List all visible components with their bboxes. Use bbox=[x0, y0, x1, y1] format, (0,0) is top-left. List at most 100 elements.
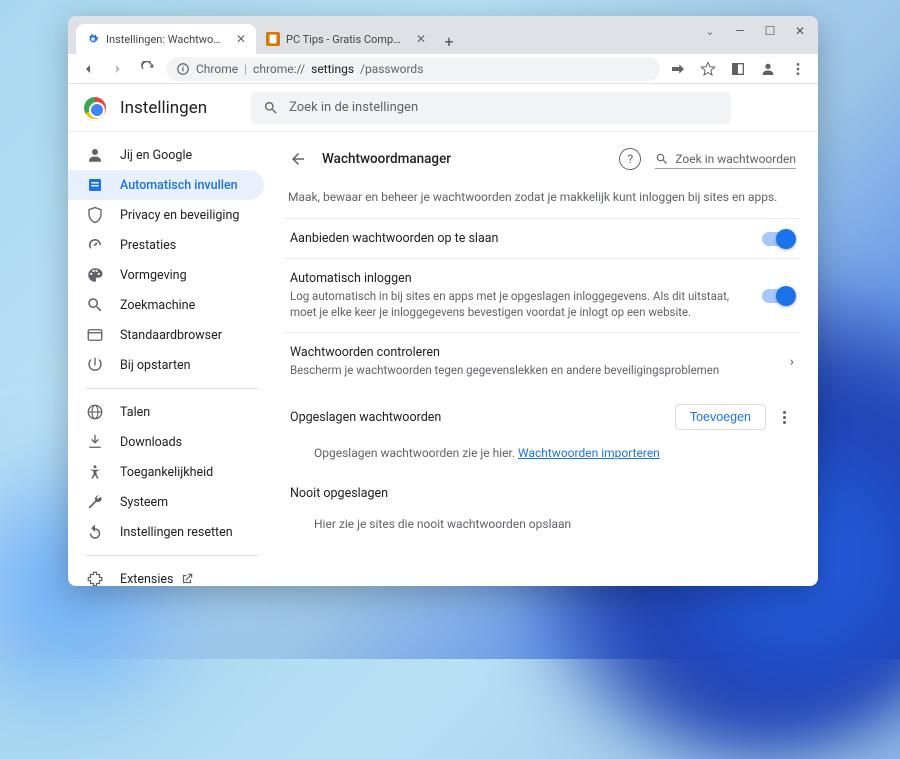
bookmark-icon[interactable] bbox=[696, 57, 720, 81]
new-tab-button[interactable]: + bbox=[436, 28, 462, 54]
sidebar-item-autofill[interactable]: Automatisch invullen bbox=[68, 170, 264, 200]
divider bbox=[86, 388, 258, 389]
site-info-icon[interactable] bbox=[176, 62, 190, 76]
import-passwords-link[interactable]: Wachtwoorden importeren bbox=[518, 446, 660, 460]
sidebar-item-accessibility[interactable]: Toegankelijkheid bbox=[68, 457, 264, 487]
settings-search[interactable]: Zoek in de instellingen bbox=[251, 92, 731, 124]
settings-header: Instellingen Zoek in de instellingen bbox=[68, 84, 818, 132]
password-search-placeholder: Zoek in wachtwoorden bbox=[675, 152, 796, 166]
chrome-window: Instellingen: Wachtwoordmanag ✕ PC Tips … bbox=[68, 16, 818, 586]
search-icon bbox=[86, 296, 104, 314]
power-icon bbox=[86, 356, 104, 374]
setting-auto-signin: Automatisch inloggen Log automatisch in … bbox=[284, 258, 800, 332]
sidebar-label: Systeem bbox=[120, 495, 168, 510]
sidebar-label: Instellingen resetten bbox=[120, 525, 233, 540]
close-window-button[interactable]: ✕ bbox=[786, 20, 814, 42]
never-saved-empty: Hier zie je sites die nooit wachtwoorden… bbox=[284, 505, 800, 543]
help-icon[interactable]: ? bbox=[619, 148, 641, 170]
more-options-button[interactable] bbox=[774, 411, 794, 424]
toggle-auto-signin[interactable] bbox=[762, 289, 794, 303]
sidebar-item-performance[interactable]: Prestaties bbox=[68, 230, 264, 260]
gear-icon bbox=[86, 32, 100, 46]
saved-passwords-title: Opgeslagen wachtwoorden bbox=[290, 410, 441, 425]
sidebar-item-extensions[interactable]: Extensies bbox=[68, 564, 264, 586]
maximize-button[interactable]: ☐ bbox=[756, 20, 784, 42]
setting-sublabel: Log automatisch in bij sites en apps met… bbox=[290, 288, 746, 320]
sidebar-label: Zoekmachine bbox=[120, 298, 195, 313]
add-password-button[interactable]: Toevoegen bbox=[675, 404, 766, 430]
tab-settings[interactable]: Instellingen: Wachtwoordmanag ✕ bbox=[76, 24, 256, 54]
chrome-logo-icon bbox=[84, 97, 106, 119]
minimize-button[interactable]: ― bbox=[726, 20, 754, 42]
sidebar-label: Bij opstarten bbox=[120, 358, 191, 373]
site-favicon bbox=[266, 32, 280, 46]
sidebar-label: Privacy en beveiliging bbox=[120, 208, 239, 223]
setting-sublabel: Bescherm je wachtwoorden tegen gegevensl… bbox=[290, 362, 774, 378]
settings-main: Wachtwoordmanager ? Zoek in wachtwoorden… bbox=[276, 132, 818, 586]
tab-title: PC Tips - Gratis Computer Tips. bbox=[286, 33, 406, 46]
back-button[interactable] bbox=[76, 57, 100, 81]
tab-title: Instellingen: Wachtwoordmanag bbox=[106, 33, 226, 46]
speed-icon bbox=[86, 236, 104, 254]
section-title: Wachtwoordmanager bbox=[322, 151, 451, 167]
wrench-icon bbox=[86, 493, 104, 511]
sidebar-item-downloads[interactable]: Downloads bbox=[68, 427, 264, 457]
sidebar-label: Prestaties bbox=[120, 238, 176, 253]
tab-pctips[interactable]: PC Tips - Gratis Computer Tips. ✕ bbox=[256, 24, 436, 54]
chevron-right-icon: › bbox=[790, 354, 794, 370]
profile-icon[interactable] bbox=[756, 57, 780, 81]
never-saved-title: Nooit opgeslagen bbox=[290, 486, 388, 501]
autofill-icon bbox=[86, 176, 104, 194]
intro-text: Maak, bewaar en beheer je wachtwoorden z… bbox=[284, 184, 800, 218]
sidebar-item-privacy[interactable]: Privacy en beveiliging bbox=[68, 200, 264, 230]
menu-icon[interactable] bbox=[786, 57, 810, 81]
chevron-down-icon[interactable]: ⌄ bbox=[696, 20, 724, 42]
sidebar-label: Standaardbrowser bbox=[120, 328, 222, 343]
sidebar-label: Downloads bbox=[120, 435, 182, 450]
sidebar-item-default-browser[interactable]: Standaardbrowser bbox=[68, 320, 264, 350]
extension-icon bbox=[86, 570, 104, 586]
sidebar-item-search-engine[interactable]: Zoekmachine bbox=[68, 290, 264, 320]
sidebar-label: Extensies bbox=[120, 572, 174, 587]
divider bbox=[86, 555, 258, 556]
reload-button[interactable] bbox=[136, 57, 160, 81]
sidebar-item-appearance[interactable]: Vormgeving bbox=[68, 260, 264, 290]
close-icon[interactable]: ✕ bbox=[416, 32, 426, 46]
back-arrow-button[interactable] bbox=[288, 149, 308, 169]
titlebar: Instellingen: Wachtwoordmanag ✕ PC Tips … bbox=[68, 16, 818, 54]
empty-text: Opgeslagen wachtwoorden zie je hier. bbox=[314, 446, 518, 460]
window-controls: ⌄ ― ☐ ✕ bbox=[696, 20, 814, 42]
sidebar-label: Toegankelijkheid bbox=[120, 465, 213, 480]
password-search[interactable]: Zoek in wachtwoorden bbox=[655, 150, 796, 169]
share-icon[interactable] bbox=[666, 57, 690, 81]
saved-passwords-header: Opgeslagen wachtwoorden Toevoegen bbox=[284, 390, 800, 434]
main-header: Wachtwoordmanager ? Zoek in wachtwoorden bbox=[284, 140, 800, 184]
reading-list-icon[interactable] bbox=[726, 57, 750, 81]
person-icon bbox=[86, 146, 104, 164]
shield-icon bbox=[86, 206, 104, 224]
page-title: Instellingen bbox=[120, 98, 207, 118]
setting-label: Aanbieden wachtwoorden op te slaan bbox=[290, 231, 746, 246]
url-settings: settings bbox=[311, 62, 354, 76]
sidebar-item-system[interactable]: Systeem bbox=[68, 487, 264, 517]
sidebar-label: Talen bbox=[120, 405, 150, 420]
sidebar-item-reset[interactable]: Instellingen resetten bbox=[68, 517, 264, 547]
sidebar-label: Vormgeving bbox=[120, 268, 187, 283]
sidebar-item-languages[interactable]: Talen bbox=[68, 397, 264, 427]
setting-offer-save: Aanbieden wachtwoorden op te slaan bbox=[284, 218, 800, 258]
search-icon bbox=[655, 152, 669, 166]
sidebar-item-on-startup[interactable]: Bij opstarten bbox=[68, 350, 264, 380]
sidebar-item-you-and-google[interactable]: Jij en Google bbox=[68, 140, 264, 170]
setting-label: Wachtwoorden controleren bbox=[290, 345, 774, 360]
search-placeholder: Zoek in de instellingen bbox=[289, 100, 418, 115]
setting-check-passwords[interactable]: Wachtwoorden controleren Bescherm je wac… bbox=[284, 332, 800, 390]
address-bar[interactable]: Chrome | chrome://settings/passwords bbox=[166, 57, 660, 81]
forward-button[interactable] bbox=[106, 57, 130, 81]
reset-icon bbox=[86, 523, 104, 541]
url-suffix: /passwords bbox=[360, 62, 423, 76]
accessibility-icon bbox=[86, 463, 104, 481]
palette-icon bbox=[86, 266, 104, 284]
toggle-offer-save[interactable] bbox=[762, 232, 794, 246]
close-icon[interactable]: ✕ bbox=[236, 32, 246, 46]
never-saved-header: Nooit opgeslagen bbox=[284, 472, 800, 505]
